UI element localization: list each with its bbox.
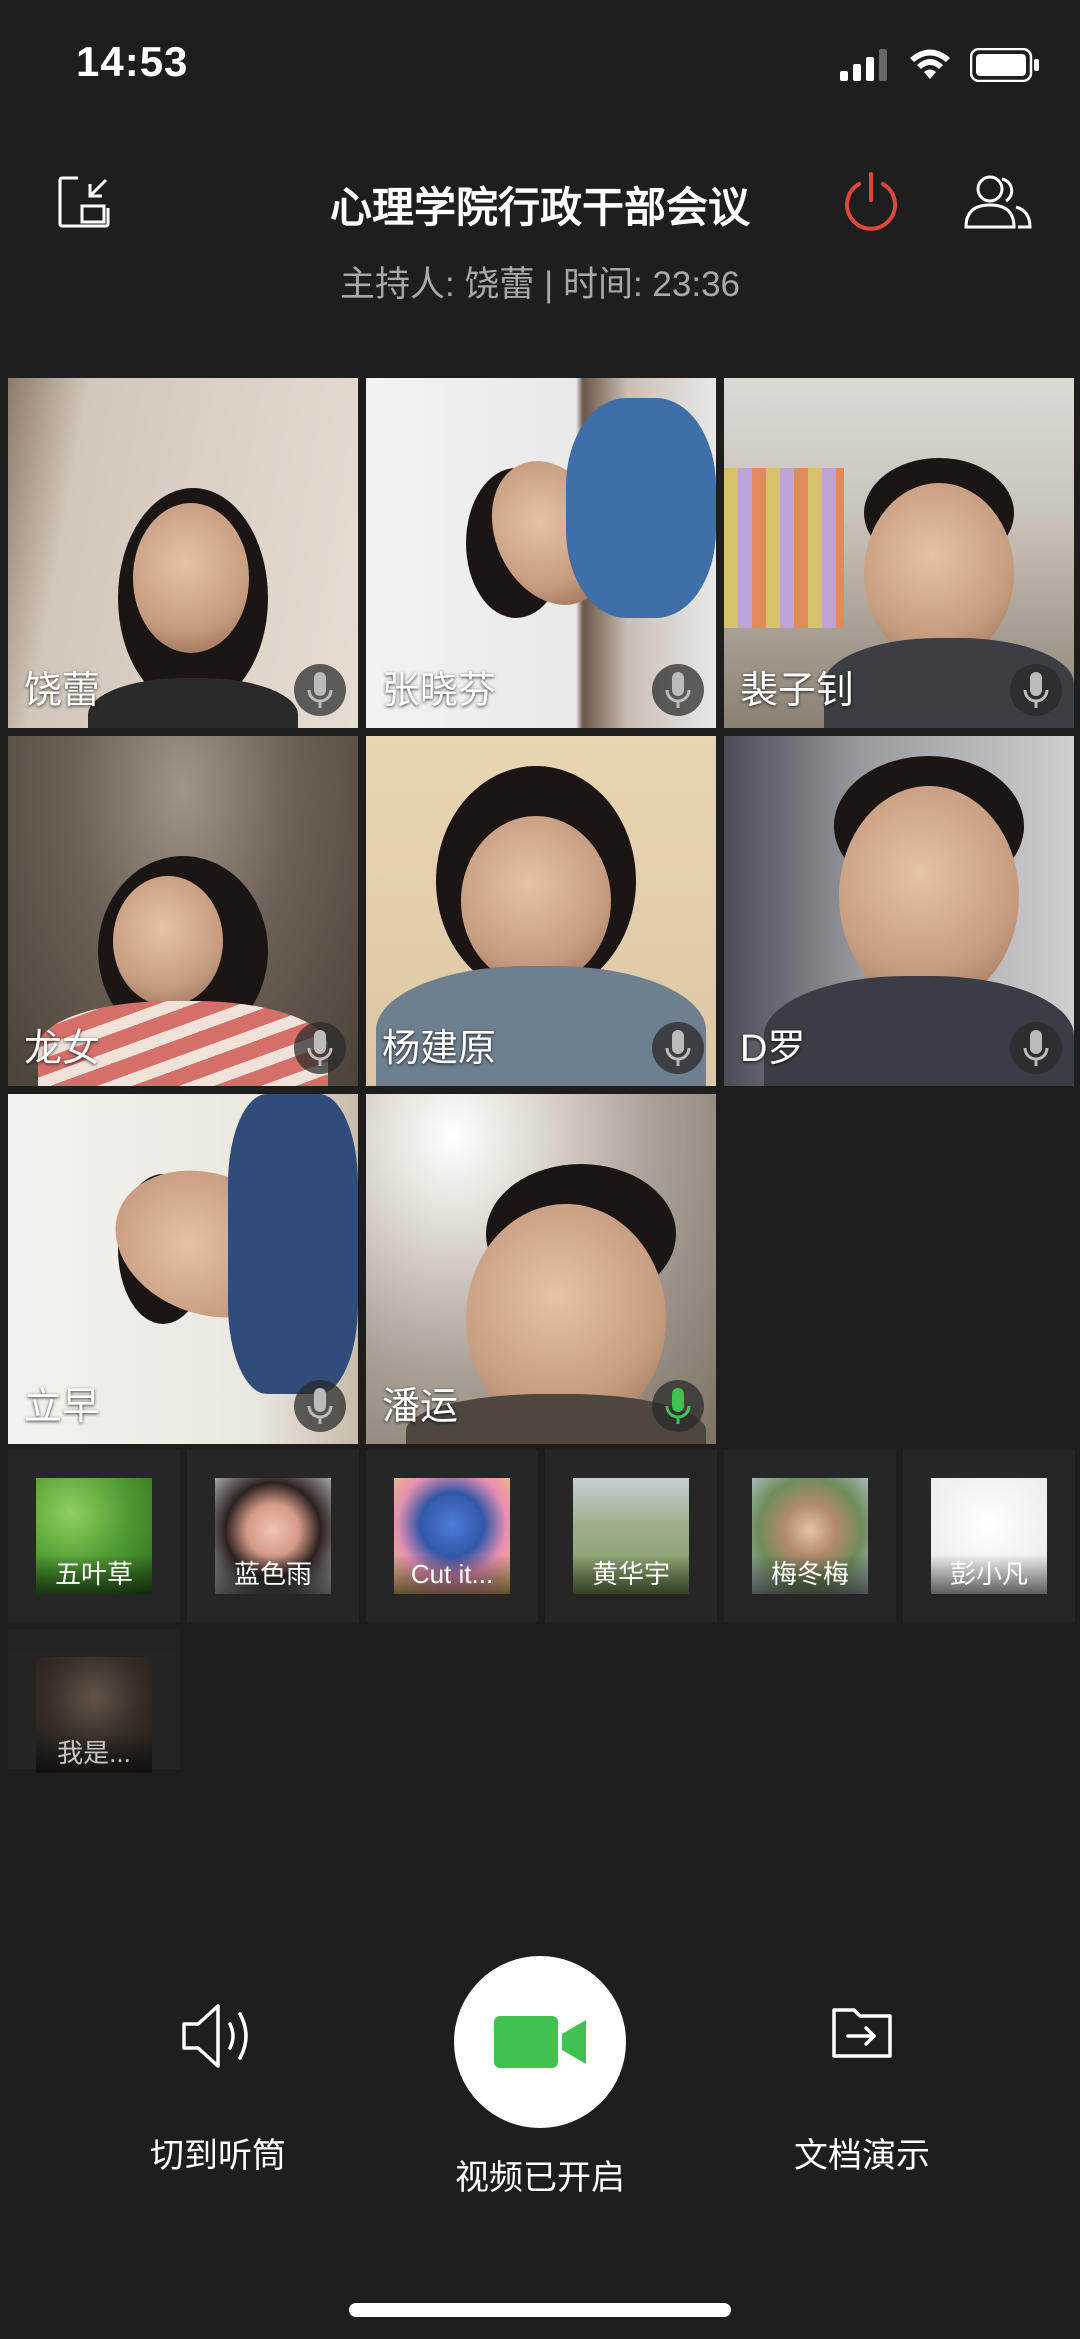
meeting-controls: 切到听筒 视频已开启 文档演示 bbox=[0, 1950, 1080, 2210]
wifi-icon bbox=[910, 49, 950, 79]
power-icon bbox=[845, 172, 897, 231]
mic-status bbox=[652, 664, 704, 716]
speaker-icon bbox=[182, 2004, 248, 2068]
speaker-label: 切到听筒 bbox=[150, 2137, 286, 2175]
participant-name: 饶蕾 bbox=[24, 670, 101, 712]
participant-name: 蓝色雨 bbox=[215, 1554, 331, 1594]
participant-name: 龙女 bbox=[24, 1028, 101, 1070]
status-time: 14:53 bbox=[76, 38, 189, 85]
share-label: 文档演示 bbox=[794, 2137, 930, 2175]
audio-participant[interactable]: 黄华宇 bbox=[545, 1450, 717, 1622]
microphone-icon bbox=[307, 1388, 333, 1424]
video-tile[interactable]: 龙女 bbox=[8, 736, 358, 1086]
mic-status bbox=[294, 664, 346, 716]
audio-participant[interactable]: 五叶草 bbox=[8, 1450, 180, 1622]
video-tile[interactable]: D罗 bbox=[724, 736, 1074, 1086]
video-camera-icon bbox=[494, 2016, 586, 2068]
mic-status bbox=[1010, 664, 1062, 716]
microphone-icon bbox=[1023, 1030, 1049, 1066]
hangup-button[interactable] bbox=[836, 166, 906, 236]
participant-name: 彭小凡 bbox=[931, 1554, 1047, 1594]
video-toggle-button[interactable]: 视频已开启 bbox=[440, 1956, 640, 2199]
participant-name: 杨建原 bbox=[382, 1028, 497, 1070]
participant-name: 我是... bbox=[36, 1733, 152, 1773]
meeting-header: 心理学院行政干部会议 主持人: 饶蕾 | 时间: 23:36 bbox=[0, 150, 1080, 320]
battery-icon bbox=[970, 48, 1039, 82]
video-tile[interactable]: 杨建原 bbox=[366, 736, 716, 1086]
participant-name: 梅冬梅 bbox=[752, 1554, 868, 1594]
video-tile[interactable]: 张晓芬 bbox=[366, 378, 716, 728]
microphone-icon bbox=[665, 1030, 691, 1066]
mic-status bbox=[294, 1022, 346, 1074]
home-indicator[interactable] bbox=[349, 2303, 731, 2317]
participant-name: 立早 bbox=[24, 1386, 101, 1428]
participant-name: 裴子钊 bbox=[740, 670, 855, 712]
mic-status bbox=[652, 1022, 704, 1074]
participant-name: 五叶草 bbox=[36, 1554, 152, 1594]
video-tile[interactable]: 潘运 bbox=[366, 1094, 716, 1444]
audio-participant[interactable]: Cut it... bbox=[366, 1450, 538, 1622]
audio-participant[interactable]: 我是... bbox=[8, 1629, 180, 1773]
status-icons bbox=[840, 48, 1040, 82]
document-share-button[interactable]: 文档演示 bbox=[762, 2000, 962, 2177]
share-document-icon bbox=[832, 2008, 892, 2058]
participant-name: D罗 bbox=[740, 1028, 806, 1070]
participant-name: 张晓芬 bbox=[382, 670, 497, 712]
video-tile[interactable]: 裴子钊 bbox=[724, 378, 1074, 728]
signal-icon bbox=[840, 49, 887, 81]
meeting-subtitle: 主持人: 饶蕾 | 时间: 23:36 bbox=[339, 265, 741, 304]
video-button-circle bbox=[454, 1956, 626, 2128]
members-icon bbox=[964, 175, 1032, 229]
participant-name: 黄华宇 bbox=[573, 1554, 689, 1594]
microphone-icon bbox=[1023, 672, 1049, 708]
mic-status bbox=[294, 1380, 346, 1432]
status-bar: 14:53 bbox=[0, 0, 1080, 130]
video-label: 视频已开启 bbox=[455, 2159, 625, 2197]
video-tile[interactable]: 饶蕾 bbox=[8, 378, 358, 728]
audio-participant[interactable]: 蓝色雨 bbox=[187, 1450, 359, 1622]
switch-to-earpiece-button[interactable]: 切到听筒 bbox=[118, 2000, 318, 2177]
members-button[interactable] bbox=[960, 166, 1036, 236]
mic-status bbox=[652, 1380, 704, 1432]
microphone-icon bbox=[307, 1030, 333, 1066]
video-tile[interactable]: 立早 bbox=[8, 1094, 358, 1444]
mic-status bbox=[1010, 1022, 1062, 1074]
participant-name: Cut it... bbox=[394, 1554, 510, 1594]
audio-participant[interactable]: 彭小凡 bbox=[903, 1450, 1075, 1622]
participant-name: 潘运 bbox=[382, 1386, 459, 1428]
audio-participant[interactable]: 梅冬梅 bbox=[724, 1450, 896, 1622]
microphone-icon bbox=[665, 672, 691, 708]
microphone-icon bbox=[307, 672, 333, 708]
microphone-icon bbox=[665, 1388, 691, 1424]
meeting-title: 心理学院行政干部会议 bbox=[329, 184, 750, 231]
